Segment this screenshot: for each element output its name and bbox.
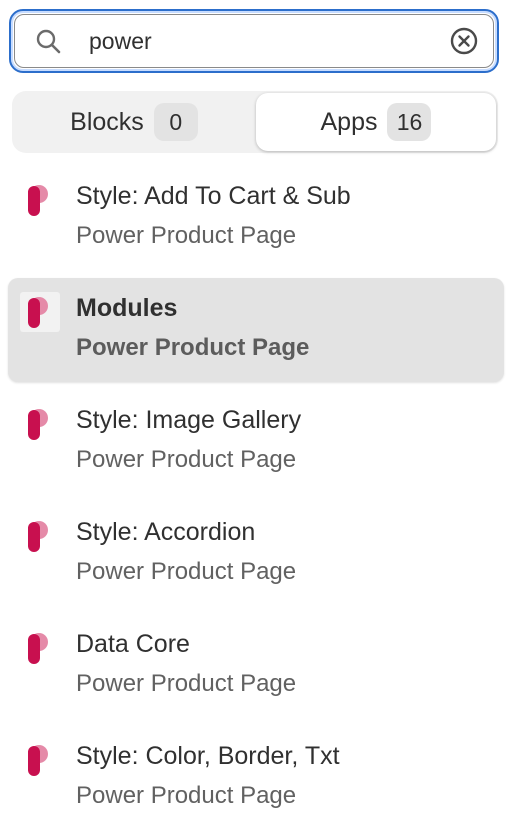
search-input[interactable] [89,23,429,59]
list-item-subtitle: Power Product Page [76,558,297,585]
tab-apps[interactable]: Apps 16 [256,93,496,151]
tab-blocks-label: Blocks [70,107,144,136]
list-item-subtitle: Power Product Page [76,334,310,361]
list-item[interactable]: Data Core Power Product Page [8,614,504,718]
tab-blocks-count: 0 [153,103,198,141]
list-item-title: Style: Image Gallery [76,406,302,434]
list-item-subtitle: Power Product Page [76,782,297,809]
app-block-picker: Blocks 0 Apps 16 Style: Add To Cart & Su… [0,0,512,830]
list-item-subtitle: Power Product Page [76,222,297,249]
list-item-subtitle: Power Product Page [76,670,297,697]
clear-circle-icon[interactable] [449,26,479,56]
list-item-title: Data Core [76,630,190,658]
list-item-title: Style: Add To Cart & Sub [76,182,351,210]
list-item-title: Modules [76,294,178,322]
list-item-title: Style: Color, Border, Txt [76,742,340,770]
power-product-page-logo-icon [28,633,48,664]
results-list: Style: Add To Cart & Sub Power Product P… [8,166,504,830]
list-item[interactable]: Modules Power Product Page [8,278,504,382]
tab-blocks[interactable]: Blocks 0 [14,93,254,151]
search-field[interactable] [9,9,499,73]
list-item[interactable]: Style: Color, Border, Txt Power Product … [8,726,504,830]
list-item[interactable]: Style: Add To Cart & Sub Power Product P… [8,166,504,270]
list-item-subtitle: Power Product Page [76,446,297,473]
result-type-tabs: Blocks 0 Apps 16 [12,91,498,153]
power-product-page-logo-icon [20,292,60,332]
power-product-page-logo-icon [28,185,48,216]
power-product-page-logo-icon [28,745,48,776]
tab-apps-label: Apps [320,107,378,136]
search-icon [36,29,61,54]
list-item[interactable]: Style: Accordion Power Product Page [8,502,504,606]
list-item[interactable]: Style: Image Gallery Power Product Page [8,390,504,494]
power-product-page-logo-icon [28,521,48,552]
list-item-title: Style: Accordion [76,518,256,546]
tab-apps-count: 16 [387,103,432,141]
power-product-page-logo-icon [28,409,48,440]
